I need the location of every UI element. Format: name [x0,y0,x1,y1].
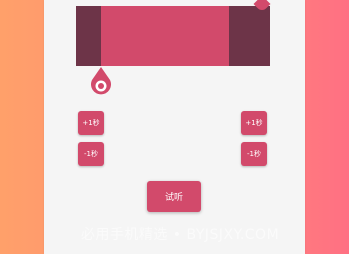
start-plus-1s-button[interactable]: +1秒 [78,111,104,135]
end-minus-1s-label: -1秒 [247,150,261,158]
start-plus-1s-label: +1秒 [82,119,100,127]
app-panel: +1秒 -1秒 +1秒 -1秒 试听 [44,0,305,254]
pin-handle-icon[interactable] [253,0,271,13]
trim-selection[interactable] [101,6,229,66]
start-minus-1s-button[interactable]: -1秒 [78,142,104,166]
start-minus-1s-label: -1秒 [84,150,98,158]
end-plus-1s-label: +1秒 [245,119,263,127]
audio-trim-track[interactable] [76,0,271,66]
end-minus-1s-button[interactable]: -1秒 [241,142,267,166]
preview-label: 试听 [164,193,183,203]
ring-pin-handle-icon[interactable] [88,67,114,99]
preview-button[interactable]: 试听 [147,181,201,212]
end-plus-1s-button[interactable]: +1秒 [241,111,267,135]
watermark-text: 必用手机精选 • BYJSJXY.COM [80,227,280,243]
